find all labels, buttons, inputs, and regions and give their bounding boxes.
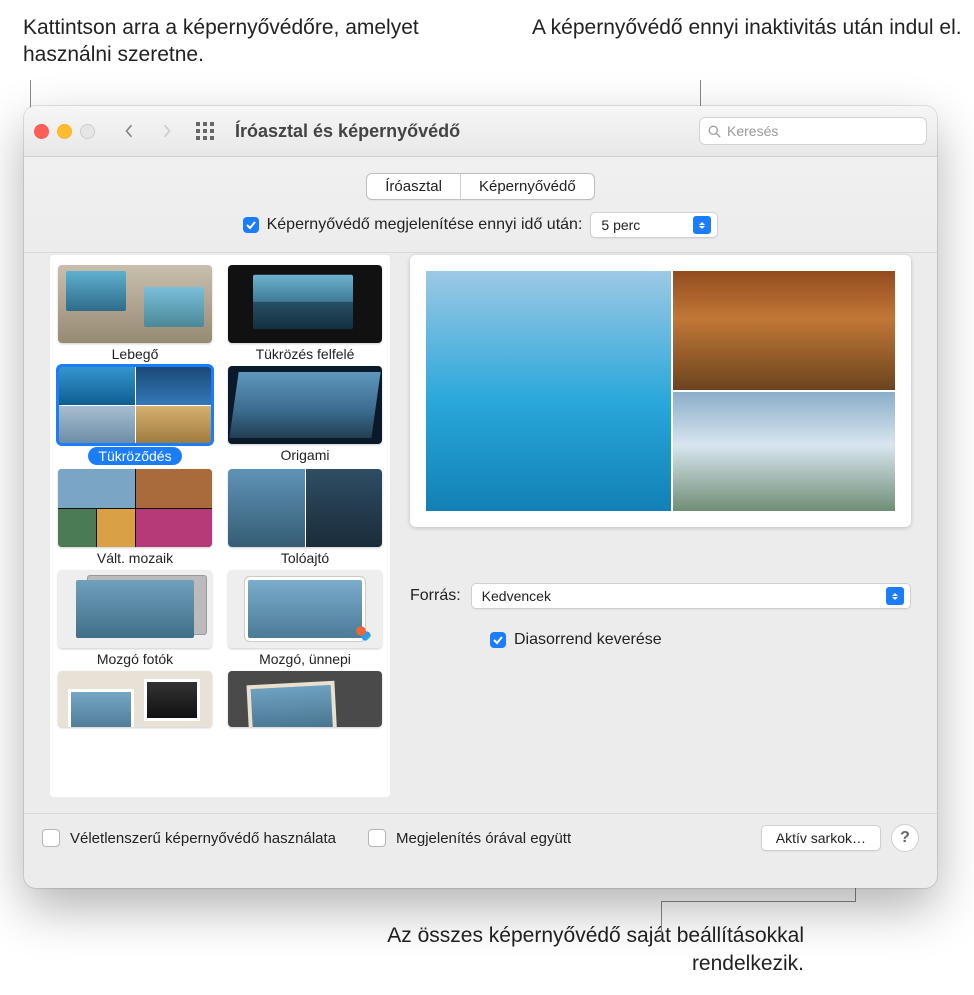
window-controls: [34, 124, 95, 139]
preview-panel: Forrás: Kedvencek Diasorrend keverése: [410, 255, 911, 797]
clock-checkbox[interactable]: [368, 829, 386, 847]
screensaver-thumb[interactable]: Fotófolyam: [58, 671, 212, 746]
back-button[interactable]: [115, 118, 143, 144]
random-checkbox[interactable]: [42, 829, 60, 847]
screensaver-thumb-label: Tükrözés felfelé: [256, 346, 355, 362]
screensaver-thumb-label: Vált. mozaik: [97, 550, 173, 566]
forward-button[interactable]: [153, 118, 181, 144]
source-row: Forrás: Kedvencek: [410, 583, 911, 609]
screensaver-thumb-label: Origami: [280, 447, 329, 463]
search-placeholder: Keresés: [727, 123, 778, 139]
screensaver-thumb-label: Tolóajtó: [281, 550, 329, 566]
show-after-popup[interactable]: 5 perc: [590, 212, 718, 238]
show-all-button[interactable]: [191, 122, 219, 140]
hot-corners-button[interactable]: Aktív sarkok…: [761, 825, 881, 851]
callout-top-right: A képernyővédő ennyi inaktivitás után in…: [532, 14, 962, 41]
tab-screensaver[interactable]: Képernyővédő: [461, 174, 594, 199]
help-button[interactable]: ?: [891, 824, 919, 852]
screensaver-thumb[interactable]: Origami: [228, 366, 382, 465]
screensaver-thumb-label: Tükröződés: [88, 447, 181, 465]
random-label: Véletlenszerű képernyővédő használata: [70, 830, 336, 847]
screensaver-thumb-label: Mozgó, ünnepi: [259, 651, 351, 667]
screensaver-thumb[interactable]: Tolóajtó: [228, 469, 382, 566]
screensaver-thumb[interactable]: Vált. mozaik: [58, 469, 212, 566]
screensaver-thumb[interactable]: Tükröződés: [58, 366, 212, 465]
callout-top-left: Kattintson arra a képernyővédőre, amelye…: [23, 14, 453, 69]
callout-bottom: Az összes képernyővédő saját beállítások…: [374, 922, 804, 977]
screensaver-thumb-label: Lebegő: [112, 346, 159, 362]
show-after-label: Képernyővédő megjelenítése ennyi idő utá…: [267, 216, 583, 234]
screensaver-thumb[interactable]: Mozgó fotók: [58, 570, 212, 667]
screensaver-preview[interactable]: [410, 255, 911, 527]
show-after-checkbox[interactable]: [243, 217, 259, 233]
system-preferences-window: Íróasztal és képernyővédő Keresés Íróasz…: [24, 106, 937, 888]
shuffle-checkbox[interactable]: [490, 632, 506, 648]
toolbar: Íróasztal és képernyővédő Keresés: [24, 106, 937, 157]
show-after-value: 5 perc: [601, 217, 683, 233]
callout-line: [661, 901, 856, 902]
show-after-row: Képernyővédő megjelenítése ennyi idő utá…: [24, 212, 937, 252]
callout-line: [661, 902, 662, 937]
close-button[interactable]: [34, 124, 49, 139]
shuffle-row: Diasorrend keverése: [410, 631, 911, 649]
clock-label: Megjelenítés órával együtt: [396, 830, 571, 847]
screensaver-thumb[interactable]: Lebegő: [58, 265, 212, 362]
footer: Véletlenszerű képernyővédő használata Me…: [24, 813, 937, 862]
screensaver-thumb[interactable]: Régi képek: [228, 671, 382, 746]
source-value: Kedvencek: [482, 588, 876, 604]
screensaver-thumb[interactable]: Tükrözés felfelé: [228, 265, 382, 362]
source-label: Forrás:: [410, 587, 461, 605]
zoom-button: [80, 124, 95, 139]
screensaver-thumb[interactable]: Mozgó, ünnepi: [228, 570, 382, 667]
screensaver-thumb-label: Mozgó fotók: [97, 651, 173, 667]
shuffle-label: Diasorrend keverése: [514, 631, 662, 649]
search-icon: [708, 125, 721, 138]
minimize-button[interactable]: [57, 124, 72, 139]
chevron-up-down-icon: [886, 587, 904, 605]
tab-desktop[interactable]: Íróasztal: [367, 174, 461, 199]
source-popup[interactable]: Kedvencek: [471, 583, 911, 609]
tab-bar: Íróasztal Képernyővédő: [24, 157, 937, 212]
page-title: Íróasztal és képernyővédő: [235, 121, 460, 142]
chevron-up-down-icon: [693, 216, 711, 234]
search-input[interactable]: Keresés: [699, 117, 927, 145]
screensaver-list[interactable]: Lebegő Tükrözés felfelé Tükröződés Origami V…: [50, 255, 390, 797]
